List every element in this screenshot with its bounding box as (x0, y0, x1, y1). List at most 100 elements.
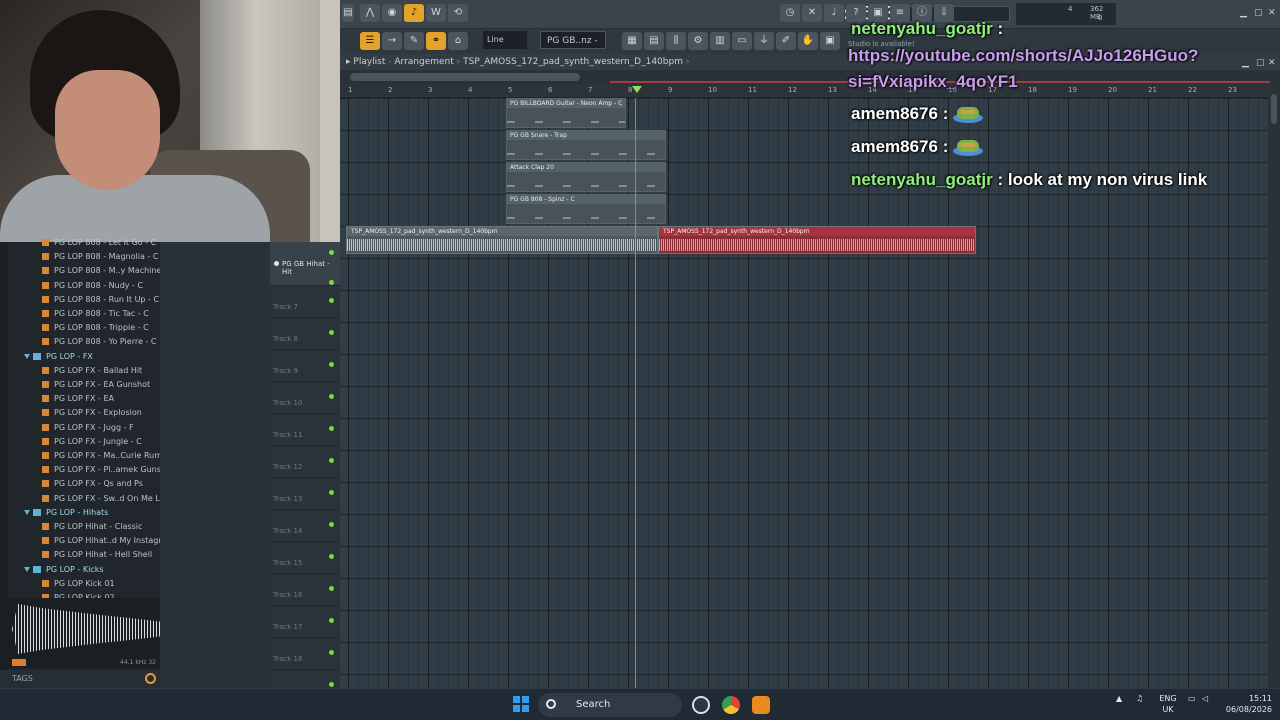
browser-file[interactable]: PG LOP FX - Sw..d On Me Lazer (0, 492, 160, 506)
browser-file[interactable]: PG LOP FX - Pl..amek Gunshot (0, 463, 160, 477)
track-header[interactable]: Track 14 (270, 510, 340, 542)
track-header[interactable]: Track 12 (270, 446, 340, 478)
browser-file[interactable]: PG LOP Kick 01 (0, 577, 160, 591)
track-led-icon[interactable] (329, 298, 334, 304)
expand-icon[interactable] (24, 353, 30, 359)
track-header[interactable]: Track 13 (270, 478, 340, 510)
mixer-tool-icon[interactable]: ⫼ (666, 32, 686, 50)
browser-file[interactable]: PG LOP Hihat - Hell Shell (0, 548, 160, 562)
browser-file[interactable]: PG LOP 808 - Magnolia - C (0, 250, 160, 264)
track-header[interactable]: Track 8 (270, 318, 340, 350)
expand-icon[interactable] (24, 509, 30, 515)
plug-icon[interactable]: ⏚ (754, 32, 774, 50)
browser-file[interactable]: PG LOP FX - EA (0, 392, 160, 406)
browser-file[interactable]: PG LOP 808 - Trippie - C (0, 321, 160, 335)
expand-icon[interactable] (24, 566, 30, 572)
track-led-icon[interactable] (329, 682, 334, 688)
browser-file[interactable]: PG LOP Hihat - Classic (0, 520, 160, 534)
browser-file[interactable]: PG LOP FX - Explosion (0, 406, 160, 420)
browser-file[interactable]: PG LOP Hihat..d My Instagram (0, 534, 160, 548)
timeline-ruler[interactable]: 1 2 3 4 5 6 7 8 9 10 11 12 13 14 15 16 17 18 19 20 21 22 23 (340, 84, 1270, 98)
settings-icon[interactable]: ✕ (802, 4, 822, 22)
pattern-selector[interactable]: PG GB..nz - C (540, 31, 606, 64)
browser-file[interactable]: PG LOP FX - Ballad Hit (0, 364, 160, 378)
file-icon[interactable]: ▭ (732, 32, 752, 50)
arrow-icon[interactable]: → (382, 32, 402, 50)
browser-folder[interactable]: PG LOP - FX (0, 350, 160, 364)
playlist-menu-icon[interactable]: ☰ (360, 32, 380, 50)
chat-link[interactable]: https://youtube.com/shorts/AJJo126HGuo? (848, 46, 1198, 66)
clock[interactable]: 15:11 06/08/2026 (1222, 693, 1272, 715)
browser-file[interactable]: PG LOP FX - Ma..Curie Rumble (0, 449, 160, 463)
track-led-icon[interactable] (329, 458, 334, 464)
wait-record-icon[interactable]: ◉ (382, 4, 402, 22)
network-icon[interactable]: ▭ (1188, 693, 1196, 704)
track-header[interactable]: Track 7 (270, 286, 340, 318)
track-header[interactable]: PG GB Hihat - Hit (270, 242, 340, 286)
tray-chevron-icon[interactable]: ▲ (1116, 693, 1122, 704)
browser-file[interactable]: PG LOP FX - Qs and Ps (0, 477, 160, 491)
fl-studio-icon[interactable] (752, 696, 770, 714)
playlist-minimize-icon[interactable]: ▁ (1242, 58, 1249, 68)
playlist-close-icon[interactable]: ✕ (1268, 58, 1276, 68)
track-led-icon[interactable] (329, 330, 334, 336)
track-led-icon[interactable] (329, 250, 334, 255)
track-led-icon[interactable] (329, 394, 334, 400)
sample-preview[interactable]: 44.1 kHz 32 (8, 598, 160, 668)
snap-selector[interactable]: Line (483, 31, 527, 49)
audio-clip-selected[interactable]: TSP_AMOSS_172_pad_synth_western_D_140bpm (658, 226, 976, 254)
track-led-icon[interactable] (329, 490, 334, 496)
track-header[interactable]: Track 10 (270, 382, 340, 414)
browser-file[interactable]: PG LOP 808 - Run It Up - C (0, 293, 160, 307)
browser-file[interactable]: PG LOP 808 - Nudy - C (0, 279, 160, 293)
track-led-icon[interactable] (329, 650, 334, 656)
horizontal-scrollbar[interactable] (340, 70, 1280, 84)
plugin-icon[interactable]: ⚙ (688, 32, 708, 50)
track-header[interactable]: Track 15 (270, 542, 340, 574)
browser-file[interactable]: PG LOP 808 - Yo Pierre - C (0, 335, 160, 349)
step-edit-icon[interactable]: ♪ (404, 4, 424, 22)
browser-file[interactable]: PG LOP FX - Jungle - C (0, 435, 160, 449)
track-header[interactable]: Track 17 (270, 606, 340, 638)
browser-file[interactable]: PG LOP 808 - Let It Go - C (0, 236, 160, 250)
vertical-scrollbar[interactable] (1268, 84, 1280, 688)
minimize-icon[interactable]: ▁ (1240, 8, 1247, 18)
tags-bar[interactable]: TAGS (0, 670, 160, 688)
pattern-clip[interactable]: PG GB Snare - Trap (506, 130, 666, 160)
channel-rack-icon[interactable]: ▤ (644, 32, 664, 50)
metronome-icon[interactable]: ⋀ (360, 4, 380, 22)
track-mute-icon[interactable] (274, 261, 279, 266)
playlist-maximize-icon[interactable]: ▢ (1256, 58, 1265, 68)
audio-clip[interactable]: TSP_AMOSS_172_pad_synth_western_D_140bpm (346, 226, 658, 254)
export-icon[interactable]: ▣ (820, 32, 840, 50)
browser-folder[interactable]: PG LOP - Hihats (0, 506, 160, 520)
piano-roll-icon[interactable]: ▦ (622, 32, 642, 50)
mic-icon[interactable]: ♩ (824, 4, 844, 22)
maximize-icon[interactable]: ▢ (1254, 8, 1263, 18)
browser-icon[interactable]: ▥ (710, 32, 730, 50)
pattern-clip[interactable]: PG BILLBOARD Guitar - Neon Amp - C (506, 98, 626, 128)
draw-icon[interactable]: ✎ (404, 32, 424, 50)
browser-file[interactable]: PG LOP FX - Jugg - F (0, 421, 160, 435)
pencil-icon[interactable]: ✐ (776, 32, 796, 50)
track-header[interactable]: Track 18 (270, 638, 340, 670)
volume-icon[interactable]: ◁ (1202, 693, 1208, 704)
close-icon[interactable]: ✕ (1268, 8, 1276, 18)
language-indicator[interactable]: ENG UK (1156, 693, 1180, 715)
browser-file[interactable]: PG LOP 808 - M..y Machine - C (0, 264, 160, 278)
windows-start-icon[interactable] (513, 696, 530, 713)
loop-record-icon[interactable]: ⟲ (448, 4, 468, 22)
pattern-clip[interactable]: Attack Clap 20 (506, 162, 666, 192)
menu-icon[interactable]: ▤ (342, 4, 354, 22)
taskbar-search[interactable]: Search (538, 693, 682, 717)
track-header[interactable]: Track 11 (270, 414, 340, 446)
hand-icon[interactable]: ✋ (798, 32, 818, 50)
chat-link[interactable]: si=fVxiapikx_4qoYF1 (848, 72, 1018, 92)
browser-file[interactable]: PG LOP FX - EA Gunshot (0, 378, 160, 392)
cpu-icon[interactable]: ◷ (780, 4, 800, 22)
scroll-thumb[interactable] (350, 73, 580, 81)
search-icon[interactable] (145, 673, 156, 684)
track-led-icon[interactable] (329, 522, 334, 528)
browser-folder[interactable]: PG LOP - Kicks (0, 563, 160, 577)
link-icon[interactable]: ⚭ (426, 32, 446, 50)
